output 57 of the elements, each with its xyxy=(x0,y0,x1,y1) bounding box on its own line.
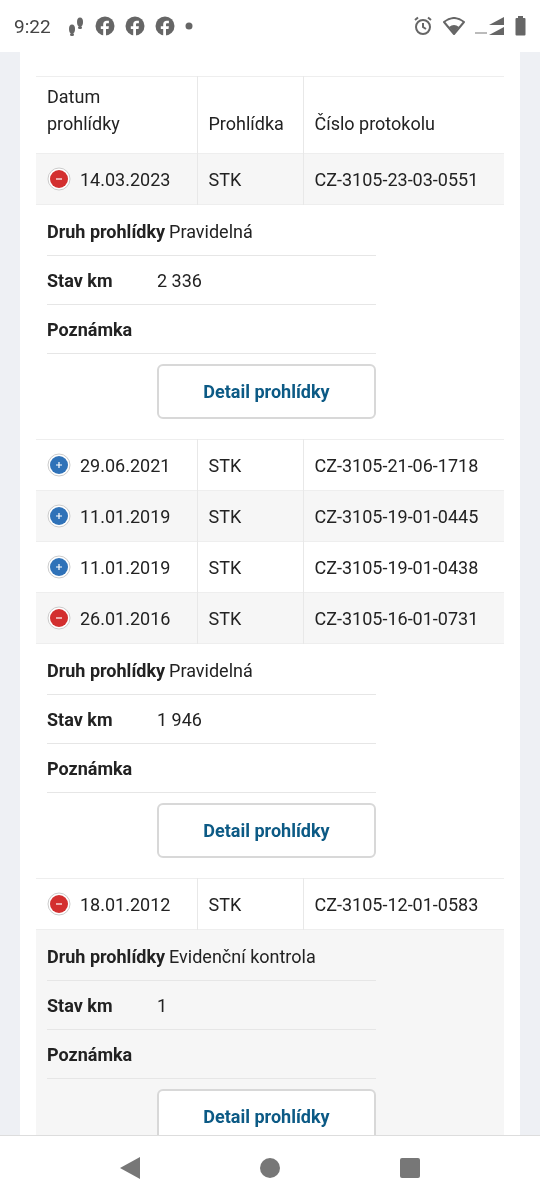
table-cell: STK xyxy=(197,439,303,491)
column-header: Číslo protokolu xyxy=(303,76,504,154)
date-cell: 11.01.2019 xyxy=(80,505,171,527)
detail-value: Evidenční kontrola xyxy=(169,945,316,967)
table-cell: STK xyxy=(197,878,303,930)
dot-icon xyxy=(184,22,193,30)
expand-icon[interactable] xyxy=(47,453,71,477)
date-cell: 11.01.2019 xyxy=(80,556,171,578)
table-cell: STK xyxy=(197,592,303,644)
facebook-icon xyxy=(94,16,115,36)
detail-label: Druh prohlídky xyxy=(47,659,166,681)
column-header: Datum prohlídky xyxy=(36,76,197,154)
detail-button[interactable]: Detail prohlídky xyxy=(157,803,376,858)
detail-label: Druh prohlídky xyxy=(47,945,166,967)
table-cell: CZ-3105-23-03-0551 xyxy=(303,153,504,205)
detail-label: Poznámka xyxy=(47,1043,133,1065)
detail-label: Stav km xyxy=(47,708,114,730)
alarm-clock-icon xyxy=(413,16,433,36)
facebook-icon xyxy=(154,16,175,36)
detail-label: Poznámka xyxy=(47,757,133,779)
collapse-icon[interactable] xyxy=(47,892,71,916)
date-cell: 14.03.2023 xyxy=(80,168,171,190)
back-icon[interactable] xyxy=(120,1157,140,1179)
detail-label: Druh prohlídky xyxy=(47,220,166,242)
expand-icon[interactable] xyxy=(47,504,71,528)
collapse-icon[interactable] xyxy=(47,167,71,191)
detail-button[interactable]: Detail prohlídky xyxy=(157,1089,376,1135)
wifi-icon xyxy=(443,17,465,35)
signal-icon xyxy=(475,16,505,36)
battery-icon xyxy=(515,16,526,36)
column-header: Prohlídka xyxy=(197,76,303,154)
collapse-icon[interactable] xyxy=(47,606,71,630)
table-cell: STK xyxy=(197,153,303,205)
detail-value: 2 336 xyxy=(157,269,202,291)
table-cell: CZ-3105-19-01-0445 xyxy=(303,490,504,542)
expand-icon[interactable] xyxy=(47,555,71,579)
table-cell: STK xyxy=(197,490,303,542)
clock-time: 9:22 xyxy=(14,14,51,38)
detail-label: Poznámka xyxy=(47,318,133,340)
footprints-icon xyxy=(66,16,85,36)
facebook-icon xyxy=(124,16,145,36)
table-cell: STK xyxy=(197,541,303,593)
detail-button[interactable]: Detail prohlídky xyxy=(157,364,376,419)
table-cell: CZ-3105-21-06-1718 xyxy=(303,439,504,491)
date-cell: 26.01.2016 xyxy=(80,607,171,629)
table-cell: CZ-3105-12-01-0583 xyxy=(303,878,504,930)
date-cell: 29.06.2021 xyxy=(80,454,171,476)
detail-label: Stav km xyxy=(47,269,114,291)
table-cell: CZ-3105-16-01-0731 xyxy=(303,592,504,644)
detail-value: Pravidelná xyxy=(169,220,253,242)
detail-value: Pravidelná xyxy=(169,659,253,681)
table-cell: CZ-3105-19-01-0438 xyxy=(303,541,504,593)
date-cell: 18.01.2012 xyxy=(80,893,171,915)
home-icon[interactable] xyxy=(260,1158,280,1178)
detail-value: 1 946 xyxy=(157,708,202,730)
detail-label: Stav km xyxy=(47,994,114,1016)
detail-value: 1 xyxy=(157,994,168,1016)
